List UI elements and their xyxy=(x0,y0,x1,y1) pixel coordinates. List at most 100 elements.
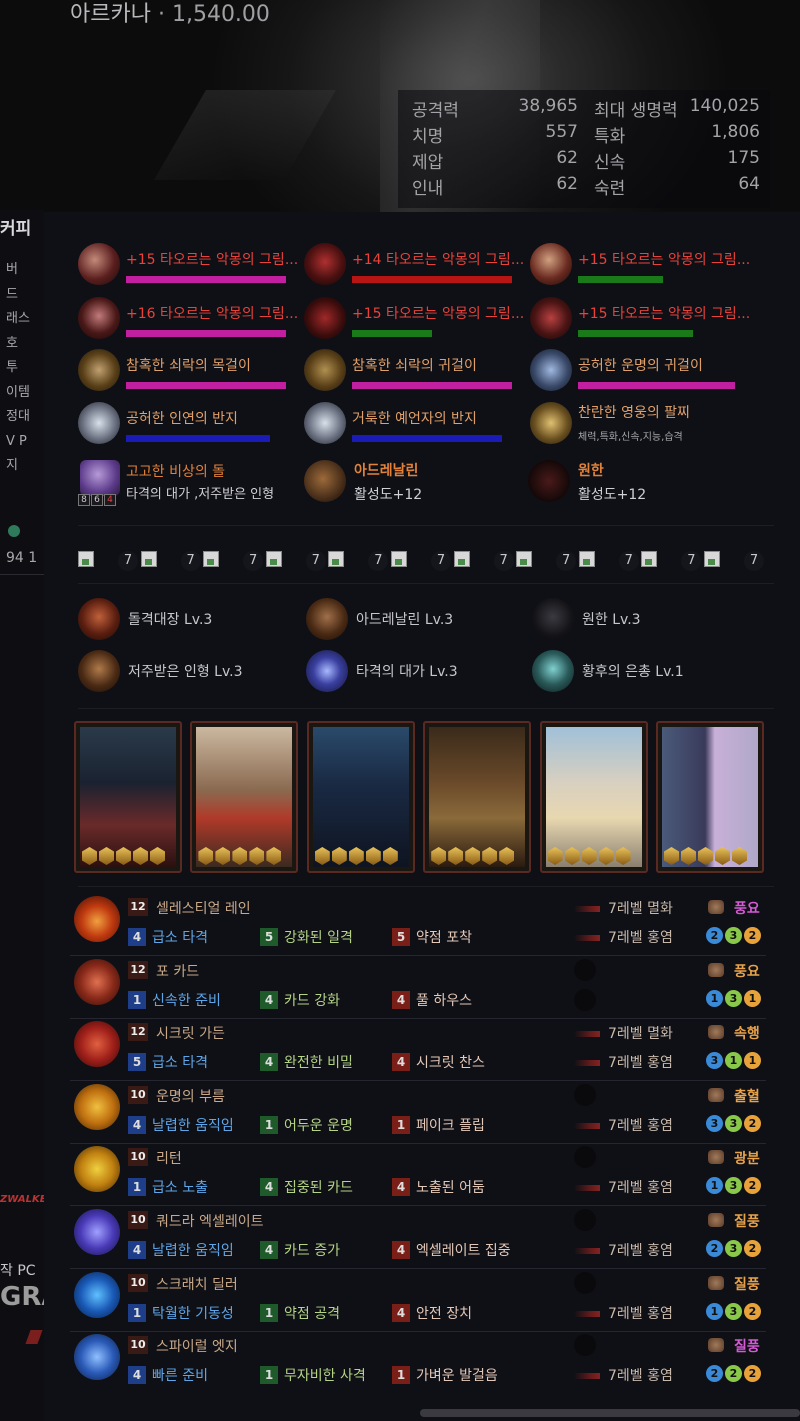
rune-arrow-icon xyxy=(574,1310,600,1317)
tripod-level: 4 xyxy=(392,1053,410,1072)
tripod-levels: 132 xyxy=(706,1302,761,1320)
engraving[interactable]: 타격의 대가 Lv.3 xyxy=(306,650,526,692)
stat-6: 인내 62 xyxy=(412,174,578,199)
adrenaline-icon xyxy=(304,460,346,502)
skill-row[interactable]: 10 스크래치 딜러 1 탁월한 기동성 1 약점 공격 4 안전 장치 7레벨 홍염 질풍 1 3 2 xyxy=(74,1271,766,1334)
class-name: 아르카나 xyxy=(70,2,151,27)
jewel-slot[interactable]: 7 xyxy=(516,551,578,571)
tripod-level-badge: 3 xyxy=(706,1052,723,1070)
horizontal-scrollbar[interactable] xyxy=(420,1409,800,1417)
tripod-level-badge: 1 xyxy=(706,1177,723,1195)
jewel-slot[interactable]: 7 xyxy=(641,551,703,571)
equipment-item[interactable]: 참혹한 쇠락의 목걸이 xyxy=(78,349,303,399)
side-menu-item[interactable]: 정대 xyxy=(6,405,30,430)
equipment-item[interactable]: +15 타오르는 악몽의 그림... xyxy=(78,243,303,293)
equipment-name: +15 타오르는 악몽의 그림... xyxy=(352,306,525,322)
jewel-slot[interactable]: 7 xyxy=(391,551,453,571)
extra-adrenaline[interactable]: 아드레날린 활성도+12 xyxy=(304,460,529,510)
jewel-slot[interactable]: 7 xyxy=(453,551,516,571)
divider xyxy=(70,1142,766,1144)
equipment-item[interactable]: 거룩한 예언자의 반지 xyxy=(304,402,529,452)
equipment-name: 찬란한 영웅의 팔찌 xyxy=(578,405,690,421)
side-menu-item[interactable]: 지 xyxy=(6,454,30,479)
tripod-level: 4 xyxy=(392,1241,410,1259)
side-menu-item[interactable]: V P xyxy=(6,430,30,455)
rune-2: 7레벨 홍염 xyxy=(574,1177,673,1197)
jewel-slot[interactable]: 7 xyxy=(328,551,390,571)
tripod-level-badge: 1 xyxy=(706,989,723,1007)
tripod-level: 4 xyxy=(128,1115,146,1134)
skill-row[interactable]: 10 운명의 부름 4 날렵한 움직임 1 어두운 운명 1 페이크 플립 7레벨 홍염 출혈 3 3… xyxy=(74,1083,766,1146)
card[interactable] xyxy=(539,721,648,873)
card[interactable] xyxy=(74,721,182,873)
tripod-level-badge: 2 xyxy=(706,1365,723,1383)
tripod-levels: 222 xyxy=(706,1365,761,1383)
engraving[interactable]: 아드레날린 Lv.3 xyxy=(306,598,526,640)
skill-row[interactable]: 10 리턴 1 급소 노출 4 집중된 카드 4 노출된 어둠 7레벨 홍염 광분 1 3 2 xyxy=(74,1146,766,1208)
card-art xyxy=(312,727,409,867)
side-menu-item[interactable]: 버 xyxy=(6,258,30,283)
extra-grudge[interactable]: 원한 활성도+12 xyxy=(528,460,753,510)
tripod-level: 4 xyxy=(260,990,278,1009)
gem-name: 광분 xyxy=(734,1151,760,1168)
jewel-slot[interactable]: 7 xyxy=(140,551,203,571)
jewel-slot[interactable]: 7 xyxy=(203,551,265,571)
extra-name: 아드레날린 xyxy=(354,463,419,479)
tripod-name: 날렵한 움직임 xyxy=(152,1243,234,1259)
skill-row[interactable]: 10 쿼드라 엑셀레이트 4 날렵한 움직임 4 카드 증가 4 엑셀레이트 집중 7레벨 홍염… xyxy=(74,1209,766,1271)
tripod-3: 4 노출된 어둠 xyxy=(392,1177,485,1197)
equipment-item[interactable]: 공허한 인연의 반지 xyxy=(78,402,303,452)
side-menu-item[interactable]: 래스 xyxy=(6,307,30,332)
stat-0: 공격력 38,965 xyxy=(412,96,578,121)
card[interactable] xyxy=(306,721,415,873)
engraving[interactable]: 원한 Lv.3 xyxy=(532,598,752,640)
skill-row[interactable]: 10 스파이럴 엣지 4 빠른 준비 1 무자비한 사격 1 가벼운 발걸음 7레벨 홍염 질풍 2… xyxy=(74,1334,766,1396)
equipment-item[interactable]: 참혹한 쇠락의 귀걸이 xyxy=(304,349,529,399)
rune-2: 7레벨 홍염 xyxy=(574,1303,673,1323)
gem-name: 질풍 xyxy=(734,1276,760,1293)
awakening-gem-icon xyxy=(698,847,713,865)
engraving[interactable]: 돌격대장 Lv.3 xyxy=(78,598,298,640)
skill-row[interactable]: 12 셀레스티얼 레인 4 급소 타격 5 강화된 일격 5 약점 포착 7레벨 멸화 7레벨 홍… xyxy=(74,896,766,958)
character-banner: 아르카나 · 1,540.00 공격력 38,965 최대 생명력 140,025 치명… xyxy=(0,0,800,214)
tripod-level: 4 xyxy=(128,928,146,946)
ad-line[interactable]: 작 PC xyxy=(0,1260,36,1280)
card[interactable] xyxy=(190,721,299,873)
equipment-item[interactable]: +15 타오르는 악몽의 그림... xyxy=(530,243,755,293)
tripod-name: 집중된 카드 xyxy=(284,1180,353,1197)
skill-name: 셀레스티얼 레인 xyxy=(156,901,251,917)
side-menu-item[interactable]: 드 xyxy=(6,283,30,308)
side-menu-item[interactable]: 호 xyxy=(6,332,30,357)
equipment-item[interactable]: 공허한 운명의 귀걸이 xyxy=(530,349,755,399)
equipment-item[interactable]: +16 타오르는 악몽의 그림... xyxy=(78,297,303,347)
card-art xyxy=(545,727,642,867)
card[interactable] xyxy=(656,721,764,873)
equipment-item[interactable]: +15 타오르는 악몽의 그림... xyxy=(304,297,529,347)
gem-name: 풍요 xyxy=(734,963,760,980)
equipment-item[interactable]: 찬란한 영웅의 팔찌 체력,특화,신속,지능,습격 xyxy=(530,402,755,452)
engraving[interactable]: 저주받은 인형 Lv.3 xyxy=(78,650,298,692)
awakening-gem-icon xyxy=(82,847,97,865)
side-menu-item[interactable]: 투 xyxy=(6,356,30,381)
engraving[interactable]: 황후의 은총 Lv.1 xyxy=(532,650,752,692)
tripod-levels: 332 xyxy=(706,1114,761,1132)
awakening-gem-icon xyxy=(249,847,265,865)
character-title: 아르카나 · 1,540.00 xyxy=(70,0,270,28)
jewel-slot[interactable]: 7 xyxy=(265,551,328,571)
awakening-gem-icon xyxy=(365,847,381,865)
side-menu-item[interactable]: 이템 xyxy=(6,381,30,406)
equipment-item[interactable]: +14 타오르는 악몽의 그림... xyxy=(304,243,529,293)
jewel-slot[interactable]: 7 xyxy=(578,551,641,571)
card-awakening xyxy=(431,847,515,865)
card-art xyxy=(196,727,293,867)
jewel-slot[interactable]: 7 xyxy=(704,551,766,571)
jewel-slot[interactable]: 7 xyxy=(78,551,140,571)
skill-row[interactable]: 12 시크릿 가든 5 급소 타격 4 완전한 비밀 4 시크릿 찬스 7레벨 멸화 7레벨 홍염… xyxy=(74,1021,766,1083)
jewel-level: 7 xyxy=(118,551,138,571)
tripod-name: 가벼운 발걸음 xyxy=(416,1368,498,1385)
skill-name: 스크래치 딜러 xyxy=(156,1276,238,1293)
card[interactable] xyxy=(423,721,532,873)
skill-row[interactable]: 12 포 카드 1 신속한 준비 4 카드 강화 4 풀 하우스 풍요 1 3 1 xyxy=(74,958,766,1021)
engraving-name: 타격의 대가 Lv.3 xyxy=(356,664,458,680)
equipment-item[interactable]: +15 타오르는 악몽의 그림... xyxy=(530,297,755,347)
